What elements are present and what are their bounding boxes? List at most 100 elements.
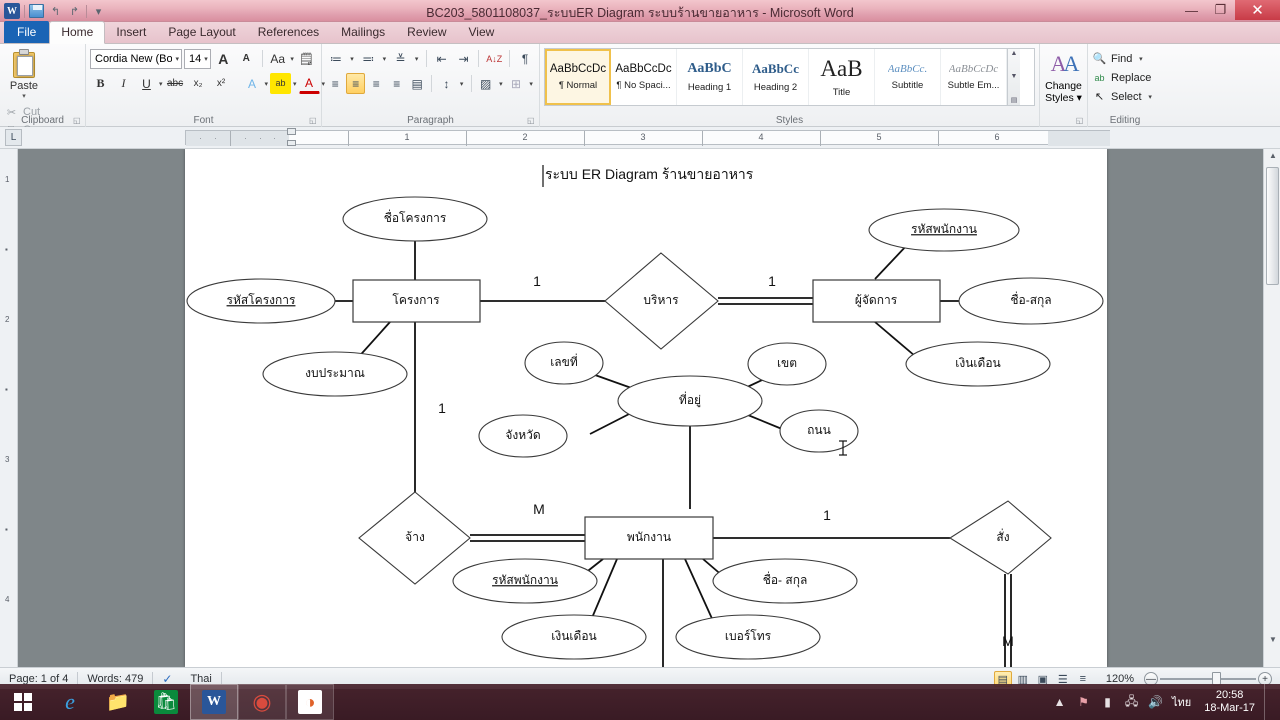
bullets-button[interactable]: ≔: [326, 48, 346, 69]
shading-button[interactable]: ▨: [476, 73, 494, 94]
scroll-up-icon[interactable]: ▲: [1267, 151, 1279, 163]
styles-more-icon[interactable]: ▤: [1011, 96, 1018, 104]
italic-button[interactable]: I: [113, 73, 134, 94]
style-heading-1[interactable]: AaBbC Heading 1: [677, 49, 743, 105]
scroll-thumb[interactable]: [1266, 167, 1279, 285]
style-heading-2[interactable]: AaBbCc Heading 2: [743, 49, 809, 105]
clear-formatting-button[interactable]: 🗒: [296, 48, 317, 69]
style-subtle-emphasis[interactable]: AaBbCcDc Subtle Em...: [941, 49, 1007, 105]
change-case-button[interactable]: Aa: [267, 48, 288, 69]
vertical-scrollbar[interactable]: ▲ ▼: [1263, 149, 1280, 667]
battery-icon[interactable]: ▮: [1100, 695, 1115, 710]
tab-page-layout[interactable]: Page Layout: [157, 22, 246, 43]
scroll-up-icon[interactable]: ▲: [1011, 50, 1018, 57]
language-indicator-tray[interactable]: ไทย: [1172, 693, 1191, 711]
maximize-button[interactable]: ❐: [1206, 0, 1235, 20]
bold-button[interactable]: B: [90, 73, 111, 94]
tab-file[interactable]: File: [4, 21, 50, 43]
align-left-button[interactable]: ≡: [326, 73, 344, 94]
taskbar-store[interactable]: 🛍: [142, 684, 190, 720]
show-formatting-marks-button[interactable]: ¶: [515, 48, 535, 69]
minimize-button[interactable]: —: [1177, 0, 1206, 20]
chevron-down-icon[interactable]: ▾: [1146, 93, 1155, 101]
styles-gallery-scrollbar[interactable]: ▲ ▼ ▤: [1007, 49, 1020, 105]
chevron-down-icon[interactable]: ▾: [497, 80, 505, 88]
style-no-spacing[interactable]: AaBbCcDc ¶ No Spaci...: [611, 49, 677, 105]
show-hidden-icons-icon[interactable]: ▲: [1052, 695, 1067, 710]
line-spacing-button[interactable]: ↕: [437, 73, 455, 94]
tab-review[interactable]: Review: [396, 22, 457, 43]
decrease-indent-button[interactable]: ⇤: [432, 48, 452, 69]
tab-view[interactable]: View: [458, 22, 506, 43]
styles-dialog-launcher[interactable]: ◱: [1075, 116, 1084, 125]
underline-button[interactable]: U: [136, 73, 157, 94]
chevron-down-icon[interactable]: ▾: [527, 80, 535, 88]
style-normal[interactable]: AaBbCcDc ¶ Normal: [545, 49, 611, 105]
chevron-down-icon[interactable]: ▾: [265, 80, 269, 88]
chevron-down-icon[interactable]: ▾: [380, 55, 388, 63]
align-right-button[interactable]: ≡: [367, 73, 385, 94]
show-desktop-button[interactable]: [1264, 684, 1272, 720]
change-styles-button[interactable]: AA Change Styles ▾: [1044, 47, 1083, 104]
horizontal-ruler[interactable]: 1 2 3 4 5 6 7: [185, 130, 1110, 146]
subscript-button[interactable]: x₂: [188, 73, 209, 94]
align-center-button[interactable]: ≡: [346, 73, 365, 94]
scroll-down-icon[interactable]: ▼: [1267, 635, 1279, 647]
chevron-down-icon[interactable]: ▾: [290, 55, 294, 63]
style-subtitle[interactable]: AaBbCc. Subtitle: [875, 49, 941, 105]
tab-stop-selector[interactable]: L: [5, 129, 22, 146]
shrink-font-button[interactable]: A: [236, 48, 257, 69]
start-button[interactable]: [0, 684, 46, 720]
superscript-button[interactable]: x²: [211, 73, 232, 94]
tab-mailings[interactable]: Mailings: [330, 22, 396, 43]
chevron-down-icon[interactable]: ▾: [412, 55, 420, 63]
paste-button[interactable]: Paste ▾: [4, 47, 44, 100]
chevron-down-icon[interactable]: ▾: [4, 92, 44, 100]
style-title[interactable]: AaB Title: [809, 49, 875, 105]
increase-indent-button[interactable]: ⇥: [454, 48, 474, 69]
volume-icon[interactable]: 🔊: [1148, 695, 1163, 710]
paragraph-dialog-launcher[interactable]: ◱: [527, 116, 536, 125]
find-button[interactable]: 🔍 Find ▾: [1092, 49, 1158, 68]
select-button[interactable]: ↖ Select ▾: [1092, 87, 1158, 106]
borders-button[interactable]: ⊞: [507, 73, 525, 94]
chevron-down-icon[interactable]: ▾: [458, 80, 466, 88]
text-effects-button[interactable]: A: [242, 73, 263, 94]
font-name-combo[interactable]: Cordia New (Bo ▾: [90, 48, 182, 69]
highlight-button[interactable]: ab: [270, 73, 292, 94]
font-size-combo[interactable]: 14 ▾: [184, 48, 211, 69]
chevron-down-icon[interactable]: ▾: [293, 80, 297, 88]
taskbar-chrome[interactable]: ◉: [238, 684, 286, 720]
chevron-down-icon[interactable]: ▾: [159, 80, 163, 88]
numbering-button[interactable]: ≕: [358, 48, 378, 69]
indent-marker-left[interactable]: [287, 140, 296, 146]
close-button[interactable]: ✕: [1235, 0, 1280, 20]
multilevel-list-button[interactable]: ≚: [391, 48, 411, 69]
taskbar-file-explorer[interactable]: 📁: [94, 684, 142, 720]
network-icon[interactable]: 🖧: [1124, 694, 1139, 710]
replace-button[interactable]: ab Replace: [1092, 68, 1158, 87]
chevron-down-icon[interactable]: ▾: [1136, 55, 1145, 63]
taskbar-photo-app[interactable]: ◑: [286, 684, 334, 720]
taskbar-word[interactable]: W: [190, 684, 238, 720]
sort-button[interactable]: A↓Z: [484, 48, 504, 69]
action-center-flag-icon[interactable]: ⚑: [1076, 695, 1091, 710]
tab-home[interactable]: Home: [49, 21, 106, 44]
font-dialog-launcher[interactable]: ◱: [309, 116, 318, 125]
font-color-button[interactable]: A: [298, 73, 320, 94]
scroll-down-icon[interactable]: ▼: [1011, 73, 1018, 80]
indent-marker-first-line[interactable]: [287, 128, 296, 135]
clock[interactable]: 20:58 18-Mar-17: [1200, 689, 1255, 715]
attribute-manager-salary: เงินเดือน: [955, 356, 1000, 370]
tab-references[interactable]: References: [247, 22, 330, 43]
chevron-down-icon[interactable]: ▾: [348, 55, 356, 63]
taskbar-internet-explorer[interactable]: e: [46, 684, 94, 720]
tab-insert[interactable]: Insert: [105, 22, 157, 43]
grow-font-button[interactable]: A: [213, 48, 234, 69]
strikethrough-button[interactable]: abc: [165, 73, 186, 94]
justify-button[interactable]: ≡: [387, 73, 405, 94]
system-tray: ▲ ⚑ ▮ 🖧 🔊 ไทย 20:58 18-Mar-17: [1052, 684, 1280, 720]
distributed-button[interactable]: ▤: [408, 73, 426, 94]
clipboard-dialog-launcher[interactable]: ◱: [73, 116, 82, 125]
document-page[interactable]: ระบบ ER Diagram ร้านขายอาหาร ชื่อโครงการ…: [185, 149, 1107, 667]
